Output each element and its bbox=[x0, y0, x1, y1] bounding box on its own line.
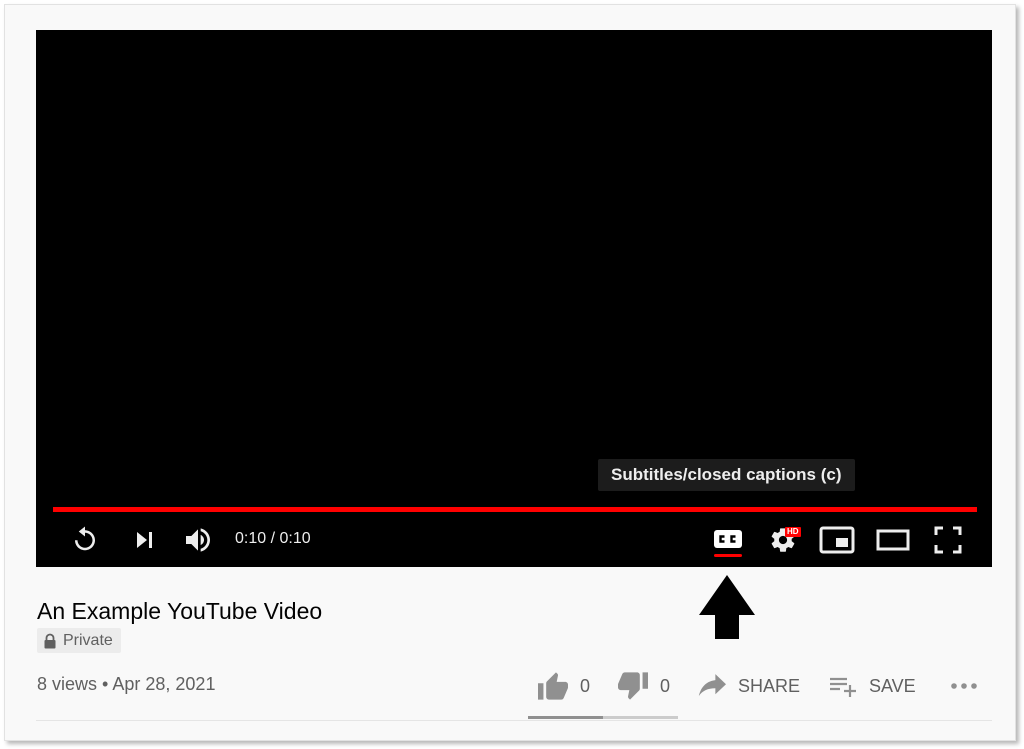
captions-icon bbox=[714, 530, 742, 548]
like-dislike-ratio-bar bbox=[528, 716, 678, 719]
dislike-button[interactable]: 0 bbox=[616, 668, 670, 704]
meta-separator: • bbox=[102, 674, 109, 694]
share-button[interactable]: SHARE bbox=[698, 668, 800, 704]
video-title: An Example YouTube Video bbox=[37, 598, 323, 624]
progress-bar[interactable] bbox=[53, 507, 977, 512]
more-horizontal-icon bbox=[951, 683, 977, 689]
playlist-add-icon bbox=[830, 677, 856, 697]
save-button[interactable]: SAVE bbox=[829, 668, 916, 704]
share-label: SHARE bbox=[738, 675, 801, 696]
theater-icon bbox=[876, 529, 910, 551]
lock-icon bbox=[44, 633, 56, 648]
privacy-badge: Private bbox=[37, 628, 121, 653]
hd-badge: HD bbox=[785, 527, 801, 537]
fullscreen-button[interactable] bbox=[932, 524, 964, 556]
thumbs-up-icon bbox=[538, 672, 568, 700]
captions-tooltip: Subtitles/closed captions (c) bbox=[598, 459, 855, 491]
captions-button[interactable] bbox=[710, 526, 746, 552]
volume-icon bbox=[186, 528, 210, 552]
replay-button[interactable] bbox=[69, 523, 101, 555]
like-ratio-fill bbox=[528, 716, 603, 719]
upload-date: Apr 28, 2021 bbox=[112, 674, 216, 694]
progress-bar-fill bbox=[53, 507, 977, 512]
captions-active-indicator bbox=[714, 554, 742, 557]
theater-mode-button[interactable] bbox=[874, 525, 912, 555]
arrow-up-icon bbox=[699, 575, 755, 639]
more-actions-button[interactable] bbox=[950, 668, 978, 704]
share-icon bbox=[698, 674, 726, 697]
fullscreen-icon bbox=[934, 526, 962, 554]
like-count: 0 bbox=[580, 675, 591, 696]
save-label: SAVE bbox=[869, 675, 916, 696]
thumbs-down-icon bbox=[618, 672, 648, 700]
section-divider bbox=[36, 720, 992, 721]
video-player[interactable]: 0:10 / 0:10 Subtitles/closed captions (c… bbox=[36, 30, 992, 567]
like-button[interactable]: 0 bbox=[536, 668, 590, 704]
dislike-count: 0 bbox=[660, 675, 671, 696]
privacy-label: Private bbox=[63, 631, 113, 649]
next-icon bbox=[137, 532, 152, 548]
video-meta: 8 views • Apr 28, 2021 bbox=[37, 673, 215, 695]
miniplayer-icon bbox=[819, 526, 855, 554]
time-display: 0:10 / 0:10 bbox=[235, 530, 311, 547]
miniplayer-button[interactable] bbox=[818, 523, 856, 557]
next-button[interactable] bbox=[129, 525, 159, 555]
replay-icon bbox=[75, 526, 95, 551]
view-count: 8 views bbox=[37, 674, 98, 694]
annotation-arrow bbox=[697, 573, 757, 646]
volume-button[interactable] bbox=[181, 523, 215, 557]
